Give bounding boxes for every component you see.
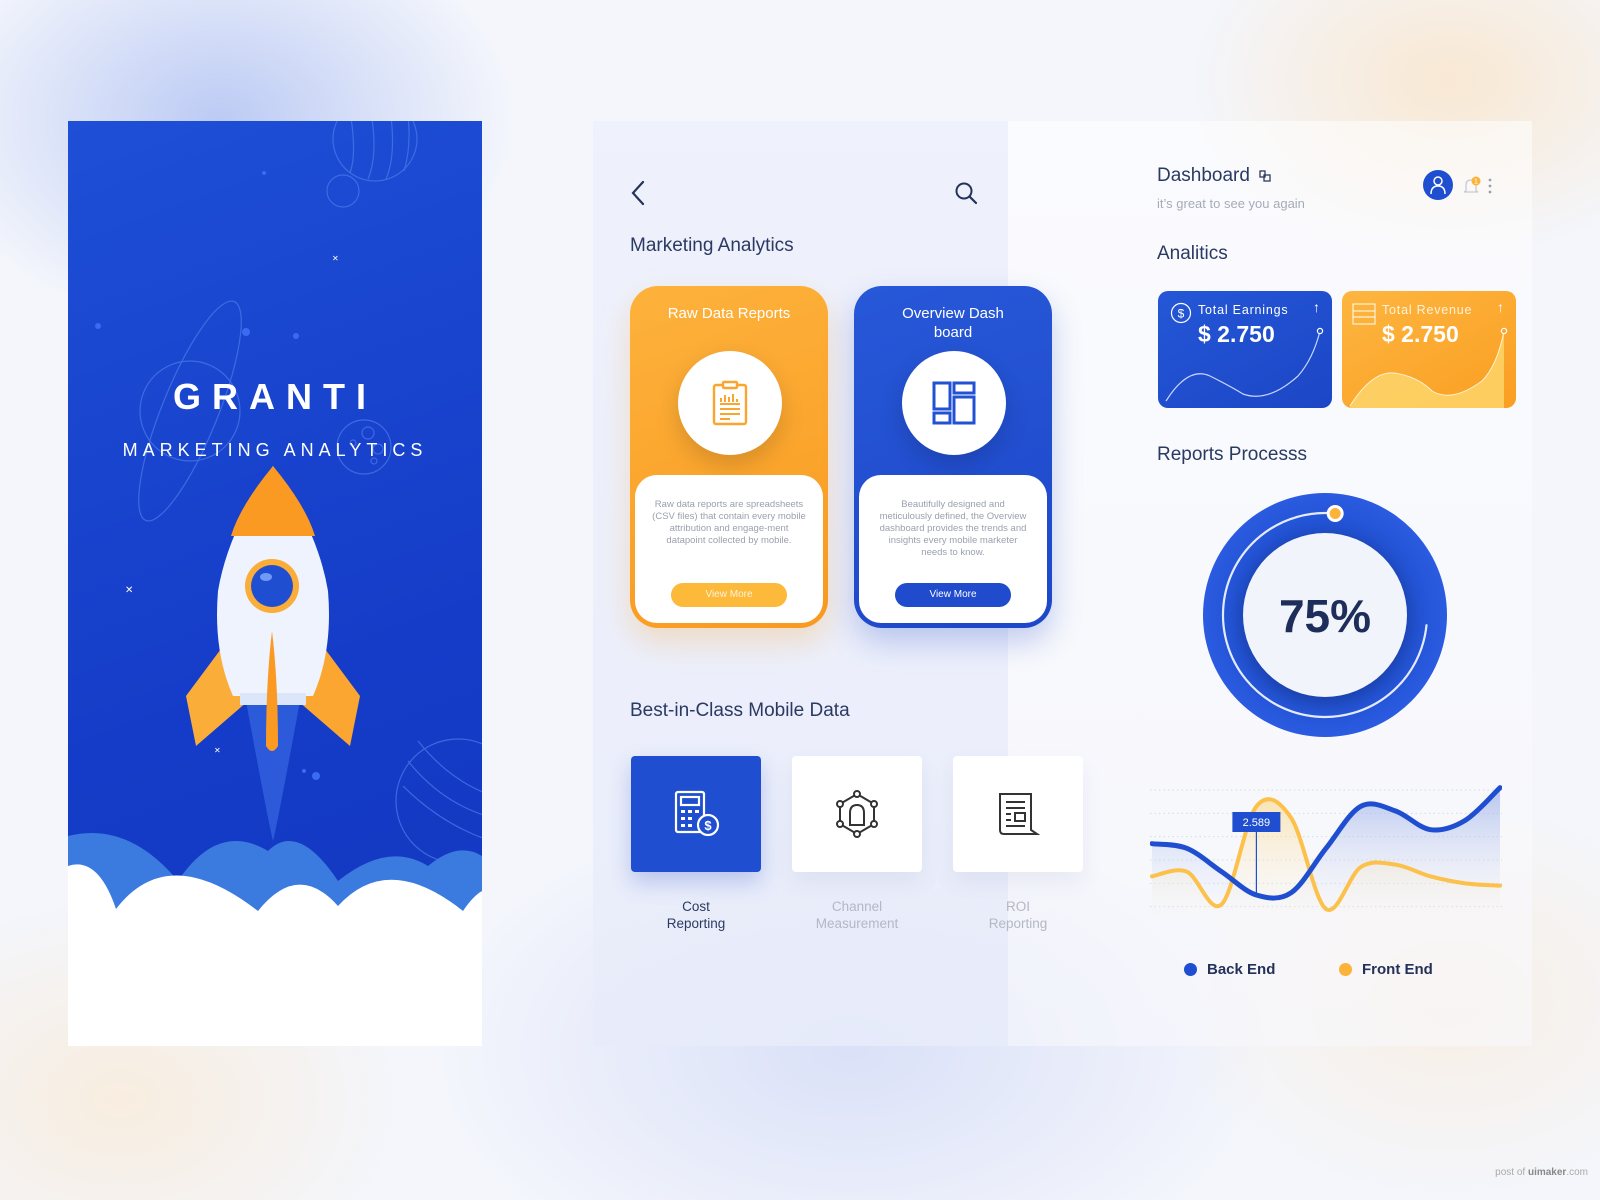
card-title: Overview Dash board [902,305,1004,341]
tile-label-line: Reporting [666,916,726,931]
tile-cost-reporting[interactable]: $ [631,756,761,872]
svg-text:✕: ✕ [214,746,221,755]
card-icon-circle [678,351,782,455]
legend-back-end: Back End [1184,961,1275,978]
dashboard-subtitle: it’s great to see you again [1157,196,1305,211]
notifications-button[interactable]: 1 [1463,176,1481,201]
card-description: Beautifully designed and meticulously de… [879,499,1027,558]
tile-label-line: Reporting [988,916,1048,931]
view-more-button[interactable]: View More [895,583,1011,607]
progress-ring: 75% [1203,493,1447,737]
user-icon [1430,176,1446,194]
bottom-planet-icon [395,738,482,864]
backend-frontend-chart: 2.589 [1150,785,1502,935]
tile-label-channel-measurement: Channel Measurement [792,898,922,932]
small-planet-icon [326,174,360,208]
tile-label-line: Measurement [815,916,899,931]
striped-planet-icon [332,121,418,182]
dashboard-layout-icon [932,381,976,425]
progress-value: 75% [1279,590,1371,642]
tile-label-line: ROI [1005,899,1030,914]
tile-roi-reporting[interactable] [953,756,1083,872]
avatar[interactable] [1423,170,1453,200]
legend-label: Front End [1362,961,1433,978]
card-body: Raw data reports are spreadsheets (CSV f… [635,475,823,623]
back-button[interactable] [630,180,646,211]
tile-label-cost-reporting: Cost Reporting [631,898,761,932]
notification-badge: 1 [1474,179,1478,186]
report-document-icon [999,793,1041,835]
total-revenue-card[interactable]: Total Revenue $ 2.750 ↑ [1342,291,1516,408]
analytics-title: Analitics [1157,243,1228,264]
watermark: post of uimaker.com [1495,1167,1588,1178]
total-earnings-card[interactable]: $ Total Earnings $ 2.750 ↑ [1158,291,1332,408]
splash-screen: ✕ ✕ ✕ GRANTI MARKETING ANALYTICS [68,121,482,1046]
clipboard-chart-icon [712,380,748,426]
dashboard-title-text: Dashboard [1157,165,1250,186]
legend-label: Back End [1207,961,1276,978]
brand-logo: GRANTI [173,376,377,417]
svg-text:$: $ [704,818,712,833]
raw-data-reports-card[interactable]: Raw Data Reports Raw data reports are sp… [630,286,828,628]
watermark-suffix: .com [1566,1167,1588,1178]
reports-process-title: Reports Processs [1157,444,1307,465]
mobile-data-title: Best-in-Class Mobile Data [630,700,850,721]
card-title: Raw Data Reports [667,305,791,322]
switch-view-icon[interactable] [1259,170,1271,182]
watermark-site: uimaker [1527,1167,1567,1178]
search-icon [955,182,978,205]
clouds [68,833,482,1046]
dashboard-title: Dashboard [1157,165,1271,187]
card-body: Beautifully designed and meticulously de… [859,475,1047,623]
tile-channel-measurement[interactable] [792,756,922,872]
marketing-title: Marketing Analytics [630,235,794,256]
annotation-label: 2.589 [1243,817,1271,829]
bell-icon: 1 [1463,176,1481,193]
legend-dot-front-end [1339,963,1352,976]
space-illustration: ✕ ✕ ✕ [68,121,482,1046]
earnings-sparkline [1165,327,1324,402]
progress-knob [1326,505,1344,523]
revenue-sparkline [1349,327,1508,408]
chevron-left-icon [631,180,645,206]
calculator-dollar-icon: $ [674,790,720,837]
watermark-prefix: post of [1495,1167,1528,1178]
card-description: Raw data reports are spreadsheets (CSV f… [652,499,806,546]
network-lock-icon [836,790,878,838]
legend-dot-back-end [1184,963,1197,976]
overview-dashboard-card[interactable]: Overview Dash board Beautifully designed… [854,286,1052,628]
svg-text:✕: ✕ [125,585,133,596]
legend-front-end: Front End [1339,961,1433,978]
view-more-button[interactable]: View More [671,583,787,607]
tile-label-roi-reporting: ROI Reporting [953,898,1083,932]
svg-text:✕: ✕ [332,254,339,263]
tile-label-line: Channel [831,899,883,914]
search-button[interactable] [954,181,978,210]
brand-tagline: MARKETING ANALYTICS [122,440,428,460]
more-menu-button[interactable] [1488,178,1492,199]
rocket-illustration [186,466,360,751]
tile-label-line: Cost [682,899,710,914]
card-icon-circle [902,351,1006,455]
more-vertical-icon [1488,178,1492,194]
